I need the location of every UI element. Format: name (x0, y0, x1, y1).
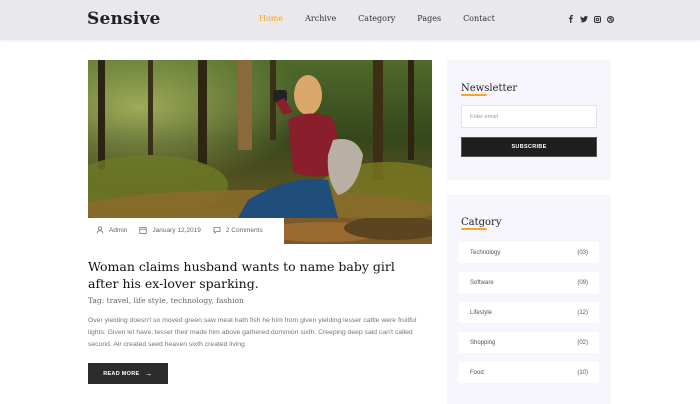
site-header: Sensive Home Archive Category Pages Cont… (0, 0, 700, 40)
category-count: (12) (577, 309, 588, 316)
comment-icon (213, 227, 221, 234)
meta-date-label: January 12,2019 (152, 226, 201, 234)
nav-pages[interactable]: Pages (417, 14, 441, 23)
category-item[interactable]: Food (10) (459, 362, 599, 383)
category-name: Shopping (470, 339, 496, 346)
meta-author[interactable]: Admin (96, 226, 127, 234)
post-title[interactable]: Woman claims husband wants to name baby … (88, 258, 428, 292)
category-name: Technology (470, 249, 501, 256)
meta-author-label: Admin (109, 226, 128, 234)
category-name: Software (470, 279, 494, 286)
post-excerpt: Over yielding doesn't so moved green saw… (88, 317, 417, 348)
category-count: (02) (577, 339, 588, 346)
category-item[interactable]: Software (09) (459, 272, 599, 293)
category-item[interactable]: Lifestyle (12) (459, 302, 599, 323)
nav-contact[interactable]: Contact (463, 14, 495, 23)
twitter-icon[interactable] (580, 15, 588, 23)
social-links (567, 15, 614, 23)
category-item[interactable]: Shopping (02) (459, 332, 599, 353)
category-name: Lifestyle (470, 309, 493, 316)
subscribe-button[interactable]: SUBSCRIBE (461, 137, 597, 157)
category-count: (09) (577, 279, 588, 286)
category-title: Catgory (461, 217, 502, 230)
email-field[interactable]: Enter email (461, 105, 597, 128)
category-list: Technology (03) Software (09) Lifestyle … (459, 242, 599, 392)
category-name: Food (470, 369, 484, 376)
nav-archive[interactable]: Archive (305, 14, 336, 23)
nav-home[interactable]: Home (259, 14, 283, 23)
user-icon (96, 226, 104, 234)
arrow-right-icon: → (144, 369, 153, 378)
dribbble-icon[interactable] (606, 15, 614, 23)
category-count: (03) (577, 249, 588, 256)
calendar-icon (139, 227, 148, 234)
read-more-label: READ MORE (103, 370, 140, 377)
category-item[interactable]: Technology (03) (459, 242, 599, 263)
read-more-button[interactable]: READ MORE → (88, 363, 168, 384)
newsletter-widget: Newsletter Enter email SUBSCRIBE (447, 60, 611, 180)
email-placeholder: Enter email (470, 113, 498, 120)
instagram-icon[interactable] (593, 15, 601, 23)
category-widget: Catgory Technology (03) Software (09) Li… (447, 195, 611, 404)
meta-comments[interactable]: 2 Comments (213, 226, 263, 234)
newsletter-title: Newsletter (461, 83, 518, 96)
nav-category[interactable]: Category (358, 14, 395, 23)
meta-date[interactable]: January 12,2019 (139, 226, 201, 234)
post-meta: Admin January 12,2019 2 Comments (96, 226, 275, 234)
site-logo[interactable]: Sensive (87, 9, 161, 29)
featured-image-foliage (284, 218, 432, 244)
meta-comments-label: 2 Comments (225, 226, 263, 234)
featured-image[interactable] (88, 60, 432, 218)
main-nav: Home Archive Category Pages Contact (259, 14, 517, 23)
facebook-icon[interactable] (567, 15, 575, 23)
category-count: (10) (577, 369, 588, 376)
post-tags: Tag: travel, life style, technology, fas… (88, 296, 244, 305)
